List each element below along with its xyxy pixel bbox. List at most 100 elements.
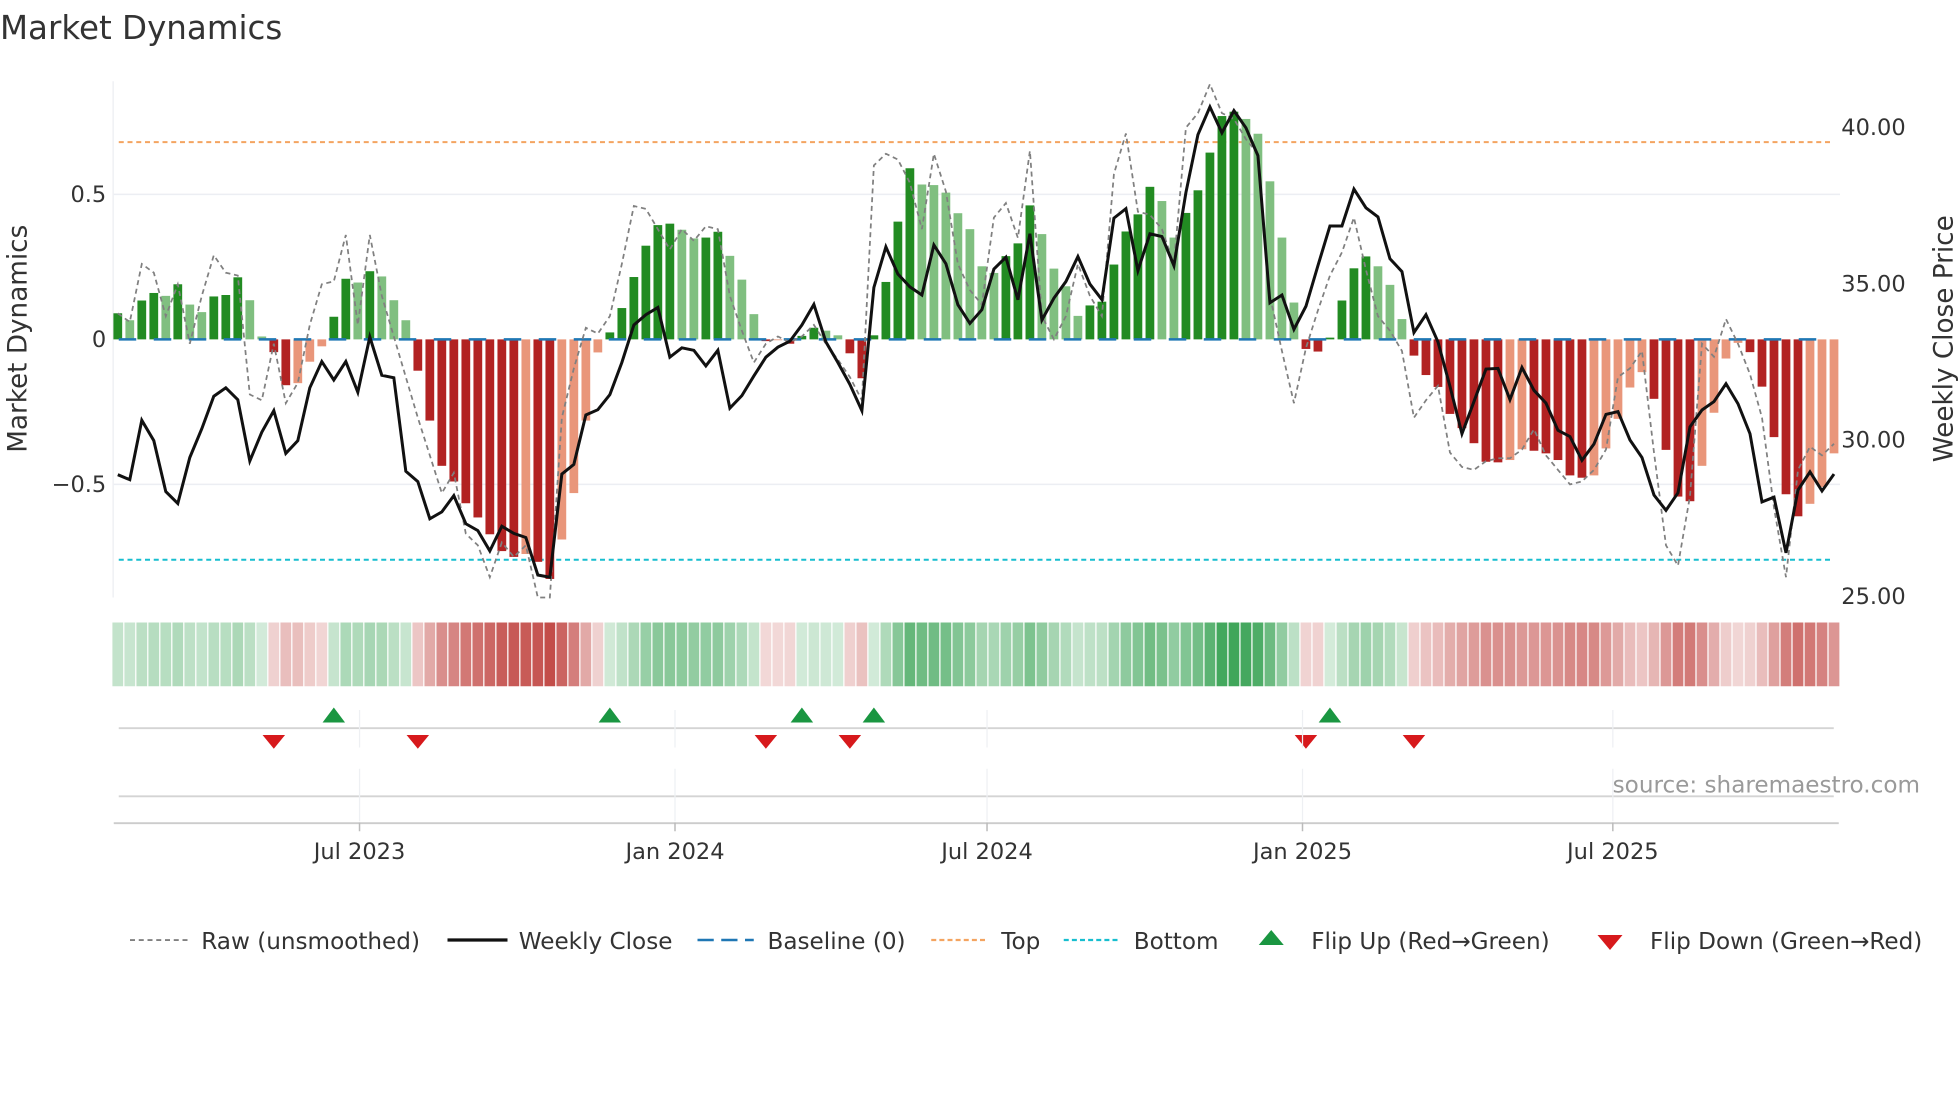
heat-strip-cell — [1084, 622, 1096, 687]
weekly-close-line — [117, 103, 1836, 579]
y-tick-label: −0.5 — [52, 472, 107, 498]
x-tick-label: Jul 2023 — [312, 839, 406, 865]
heat-strip-cell — [268, 622, 280, 687]
heat-strip-cell — [316, 622, 328, 687]
dynamics-bar — [1409, 339, 1419, 356]
x-tick-label: Jul 2025 — [1565, 839, 1659, 865]
dynamics-bar — [1133, 214, 1143, 340]
heat-strip-cell — [784, 622, 796, 687]
heat-strip-cell — [1396, 622, 1408, 687]
triangle-up-icon — [1258, 930, 1284, 945]
heat-strip-cell — [1384, 622, 1396, 687]
reference-lines — [118, 141, 1834, 561]
dynamics-bar — [1589, 339, 1599, 476]
heat-strip-cell — [808, 622, 820, 687]
dynamics-bar — [1085, 305, 1095, 340]
dynamics-bar — [689, 238, 699, 340]
dynamics-bar — [1301, 339, 1311, 349]
dynamics-bar — [1721, 339, 1731, 359]
dynamics-bar — [341, 278, 351, 340]
dynamics-bar — [281, 339, 291, 386]
heat-strip-cell — [1348, 622, 1360, 687]
legend-label-flip-down: Flip Down (Green→Red) — [1650, 929, 1922, 955]
legend-label-bottom: Bottom — [1134, 929, 1219, 955]
legend-item-close[interactable]: Weekly Close — [447, 929, 673, 955]
dynamics-bar — [1817, 339, 1827, 487]
y-tick-label: 0.5 — [70, 182, 106, 208]
y2-tick-label: 35.00 — [1841, 271, 1905, 297]
dynamics-bar — [1661, 339, 1671, 450]
heat-strip-cell — [352, 622, 364, 687]
heat-strip-cell — [1780, 622, 1792, 687]
dynamics-bar — [521, 339, 531, 554]
legend-item-raw[interactable]: Raw (unsmoothed) — [130, 929, 420, 955]
series-lines — [117, 81, 1836, 599]
flip-down-marker — [406, 735, 430, 749]
raw-unsmoothed-line — [117, 81, 1835, 599]
heat-strip-cell — [1432, 622, 1444, 687]
heat-strip-cell — [460, 622, 472, 687]
heat-strip-cell — [1192, 622, 1204, 687]
dynamics-bar — [893, 221, 903, 340]
heat-strip-cell — [1252, 622, 1264, 687]
legend-item-flip-down[interactable]: Flip Down (Green→Red) — [1597, 929, 1923, 955]
heat-strip-cell — [1504, 622, 1516, 687]
heat-strip-cell — [1300, 622, 1312, 687]
dynamics-bar — [473, 339, 483, 518]
x-axis-ticks: Jul 2023 Jan 2024 Jul 2024 Jan 2025 Jul 2025 — [312, 710, 1659, 865]
flip-up-marker — [598, 707, 622, 723]
heat-strip-cell — [1336, 622, 1348, 687]
heat-strip-cell — [1168, 622, 1180, 687]
dynamics-bar — [1121, 231, 1131, 340]
heat-strip-cell — [724, 622, 736, 687]
dynamics-bar — [449, 339, 459, 482]
left-axis-ticks: 0.5 0 −0.5 — [52, 182, 107, 498]
heat-strip-cell — [232, 622, 244, 687]
heat-strip-cell — [328, 622, 340, 687]
flip-down-marker — [262, 735, 286, 749]
dynamics-bar — [1061, 286, 1071, 340]
heat-strip-cell — [1816, 622, 1828, 687]
heat-strip-cell — [484, 622, 496, 687]
dynamics-bar — [149, 292, 159, 340]
legend-item-baseline[interactable]: Baseline (0) — [697, 929, 906, 955]
legend-item-flip-up[interactable]: Flip Up (Red→Green) — [1258, 929, 1550, 955]
legend-item-bottom[interactable]: Bottom — [1063, 929, 1219, 955]
heat-strip-cell — [160, 622, 172, 687]
heat-strip-cell — [280, 622, 292, 687]
dynamics-bar — [1361, 256, 1371, 340]
dynamics-bar — [1313, 339, 1323, 352]
dynamics-bar — [1241, 118, 1251, 340]
heat-strip-cell — [256, 622, 268, 687]
dynamics-bar — [293, 339, 303, 384]
heat-strip-cell — [880, 622, 892, 687]
heat-strip-cell — [1036, 622, 1048, 687]
dynamics-bar — [437, 339, 447, 466]
heat-strip-cell — [244, 622, 256, 687]
heat-strip-cell — [1528, 622, 1540, 687]
heat-strip-cell — [712, 622, 724, 687]
heat-strip-cell — [1468, 622, 1480, 687]
heat-strip-cell — [400, 622, 412, 687]
heat-strip-cell — [844, 622, 856, 687]
heat-strip-cell — [388, 622, 400, 687]
dynamics-bar — [1385, 284, 1395, 340]
heat-strip-cell — [604, 622, 616, 687]
legend-item-top[interactable]: Top — [931, 929, 1040, 955]
heat-strip-cell — [1156, 622, 1168, 687]
heat-strip-cell — [1072, 622, 1084, 687]
dynamics-bar — [917, 184, 927, 340]
dynamics-bar — [221, 295, 231, 340]
heat-strip-cell — [952, 622, 964, 687]
heat-strip-cell — [304, 622, 316, 687]
chart-title: Market Dynamics — [0, 9, 282, 47]
dynamics-bar — [1205, 152, 1215, 340]
heat-strip-cell — [1600, 622, 1612, 687]
heat-strip-cell — [892, 622, 904, 687]
heat-strip-cell — [1492, 622, 1504, 687]
x-tick-label: Jan 2024 — [623, 839, 724, 865]
right-axis-ticks: 40.00 35.00 30.00 25.00 — [1841, 115, 1905, 610]
heat-strip-cell — [112, 622, 124, 687]
heat-strip-cell — [220, 622, 232, 687]
dynamics-bar — [425, 339, 435, 421]
